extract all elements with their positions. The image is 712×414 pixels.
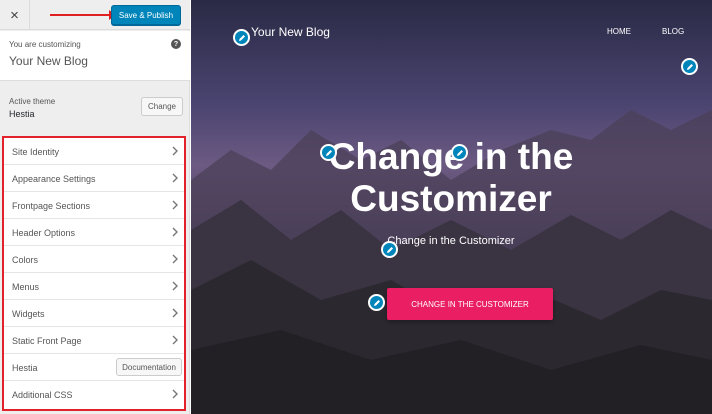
menu-item-frontpage-sections[interactable]: Frontpage Sections bbox=[4, 192, 184, 219]
menu-item-hestia: Hestia Documentation bbox=[4, 354, 184, 381]
site-brand[interactable]: Your New Blog bbox=[251, 25, 330, 39]
customizer-sections-menu: Site Identity Appearance Settings Frontp… bbox=[2, 136, 186, 411]
hero-title-line1: Change in the bbox=[328, 136, 574, 177]
menu-item-label: Additional CSS bbox=[12, 390, 73, 400]
pencil-icon bbox=[456, 149, 463, 156]
chevron-right-icon bbox=[172, 254, 178, 264]
customizing-info: You are customizing Your New Blog ? bbox=[0, 31, 190, 81]
question-circle-icon[interactable]: ? bbox=[171, 39, 181, 49]
pencil-icon bbox=[238, 34, 245, 41]
customizing-label: You are customizing bbox=[9, 40, 81, 49]
menu-item-label: Hestia bbox=[12, 363, 38, 373]
red-arrow-annotation bbox=[50, 10, 116, 20]
chevron-right-icon bbox=[172, 200, 178, 210]
close-button[interactable]: × bbox=[0, 0, 30, 30]
hero-title-line2: Customizer bbox=[350, 178, 552, 219]
menu-item-site-identity[interactable]: Site Identity bbox=[4, 138, 184, 165]
menu-item-label: Colors bbox=[12, 255, 39, 265]
menu-item-label: Menus bbox=[12, 282, 40, 292]
customizer-sidebar: × Save & Publish You are customizing You… bbox=[0, 0, 190, 414]
chevron-right-icon bbox=[172, 146, 178, 156]
nav-blog[interactable]: BLOG bbox=[662, 27, 684, 36]
edit-shortcut-menu[interactable] bbox=[681, 58, 698, 75]
active-theme-label: Active theme bbox=[9, 97, 56, 106]
menu-item-label: Widgets bbox=[12, 309, 45, 319]
edit-shortcut-hero-title-2[interactable] bbox=[451, 144, 468, 161]
active-theme-name: Hestia bbox=[9, 109, 35, 119]
pencil-icon bbox=[386, 246, 393, 253]
edit-shortcut-brand[interactable] bbox=[233, 29, 250, 46]
menu-item-static-front-page[interactable]: Static Front Page bbox=[4, 327, 184, 354]
menu-item-colors[interactable]: Colors bbox=[4, 246, 184, 273]
site-name: Your New Blog bbox=[9, 54, 88, 68]
chevron-right-icon bbox=[172, 281, 178, 291]
edit-shortcut-cta[interactable] bbox=[368, 294, 385, 311]
chevron-right-icon bbox=[172, 173, 178, 183]
pencil-icon bbox=[373, 299, 380, 306]
chevron-right-icon bbox=[172, 335, 178, 345]
edit-shortcut-hero-title[interactable] bbox=[320, 144, 337, 161]
hero-cta-button[interactable]: CHANGE IN THE CUSTOMIZER bbox=[387, 288, 553, 320]
menu-item-label: Appearance Settings bbox=[12, 174, 96, 184]
menu-item-menus[interactable]: Menus bbox=[4, 273, 184, 300]
site-preview: Your New Blog HOME BLOG Change in the Cu… bbox=[191, 0, 712, 414]
customizer-header: × Save & Publish bbox=[0, 0, 190, 30]
menu-item-additional-css[interactable]: Additional CSS bbox=[4, 381, 184, 408]
change-theme-button[interactable]: Change bbox=[141, 97, 183, 116]
menu-item-header-options[interactable]: Header Options bbox=[4, 219, 184, 246]
save-publish-button[interactable]: Save & Publish bbox=[111, 5, 181, 25]
documentation-button[interactable]: Documentation bbox=[116, 358, 182, 376]
chevron-right-icon bbox=[172, 227, 178, 237]
menu-item-appearance-settings[interactable]: Appearance Settings bbox=[4, 165, 184, 192]
menu-item-label: Header Options bbox=[12, 228, 76, 238]
menu-item-label: Frontpage Sections bbox=[12, 201, 91, 211]
pencil-icon bbox=[686, 63, 693, 70]
menu-item-label: Static Front Page bbox=[12, 336, 82, 346]
menu-item-label: Site Identity bbox=[12, 147, 60, 157]
nav-home[interactable]: HOME bbox=[607, 27, 631, 36]
close-icon: × bbox=[10, 6, 19, 24]
chevron-right-icon bbox=[172, 389, 178, 399]
pencil-icon bbox=[325, 149, 332, 156]
edit-shortcut-hero-subtitle[interactable] bbox=[381, 241, 398, 258]
chevron-right-icon bbox=[172, 308, 178, 318]
menu-item-widgets[interactable]: Widgets bbox=[4, 300, 184, 327]
